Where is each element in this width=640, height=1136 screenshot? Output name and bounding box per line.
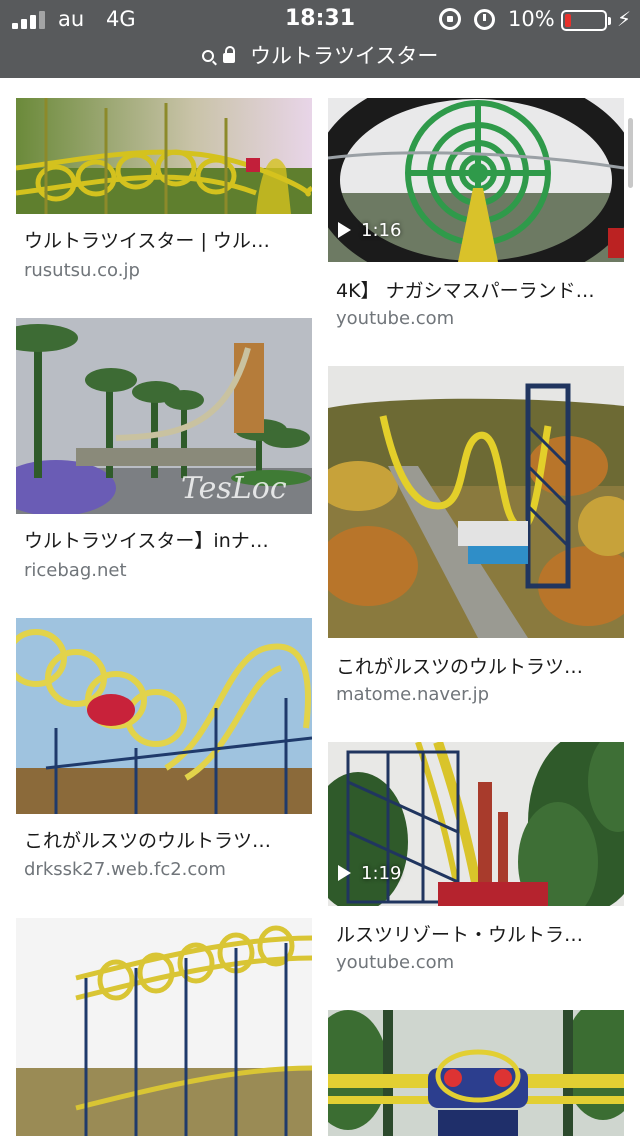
result-thumbnail[interactable]: [16, 918, 312, 1136]
watermark-text: TesLoc: [181, 471, 287, 506]
image-result[interactable]: 1:19 ルスツリゾート・ウルトラ… youtube.com: [328, 742, 624, 992]
search-icon: [201, 50, 214, 62]
battery-icon: [561, 10, 611, 31]
image-result[interactable]: [328, 1010, 624, 1136]
result-thumbnail[interactable]: [16, 618, 312, 814]
result-domain: drkssk27.web.fc2.com: [24, 859, 226, 880]
result-domain: youtube.com: [336, 952, 455, 973]
url-bar[interactable]: ウルトラツイスター: [0, 40, 640, 74]
result-title[interactable]: ルスツリゾート・ウルトラ…: [336, 920, 583, 947]
video-duration: 1:19: [338, 863, 401, 884]
result-title[interactable]: これがルスツのウルトラツ…: [336, 652, 583, 679]
result-title[interactable]: 4K】 ナガシマスパーランド…: [336, 276, 595, 303]
image-result[interactable]: 1:16 4K】 ナガシマスパーランド… youtube.com: [328, 98, 624, 348]
result-title[interactable]: これがルスツのウルトラツ…: [24, 826, 271, 853]
result-domain: ricebag.net: [24, 560, 127, 581]
result-thumbnail[interactable]: [328, 366, 624, 638]
result-title[interactable]: ウルトラツイスター | ウル…: [24, 226, 270, 253]
image-result[interactable]: ウルトラツイスター | ウル… rusutsu.co.jp: [16, 98, 312, 298]
lock-icon: [223, 46, 236, 63]
result-title[interactable]: ウルトラツイスター】inナ…: [24, 526, 269, 553]
video-duration: 1:16: [338, 220, 401, 241]
scrollbar[interactable]: [628, 118, 633, 188]
result-thumbnail[interactable]: TesLoc: [16, 318, 312, 514]
result-domain: matome.naver.jp: [336, 684, 490, 705]
result-domain: youtube.com: [336, 308, 455, 329]
result-thumbnail[interactable]: [16, 98, 312, 214]
alarm-icon: [474, 9, 495, 30]
image-result[interactable]: [16, 918, 312, 1136]
top-bar: au 4G 18:31 10% ⚡ ウルトラツイスター: [0, 0, 640, 78]
play-icon: [338, 865, 351, 881]
image-result[interactable]: これがルスツのウルトラツ… matome.naver.jp: [328, 366, 624, 716]
result-domain: rusutsu.co.jp: [24, 260, 140, 281]
rotation-lock-icon: [439, 8, 461, 30]
image-result[interactable]: これがルスツのウルトラツ… drkssk27.web.fc2.com: [16, 618, 312, 888]
url-query: ウルトラツイスター: [250, 44, 439, 68]
play-icon: [338, 222, 351, 238]
status-bar: au 4G 18:31 10% ⚡: [0, 0, 640, 40]
image-result[interactable]: TesLoc ウルトラツイスター】inナ… ricebag.net: [16, 318, 312, 588]
result-thumbnail[interactable]: [328, 1010, 624, 1136]
battery-percent: 10%: [508, 7, 555, 31]
charging-bolt-icon: ⚡: [617, 7, 632, 31]
